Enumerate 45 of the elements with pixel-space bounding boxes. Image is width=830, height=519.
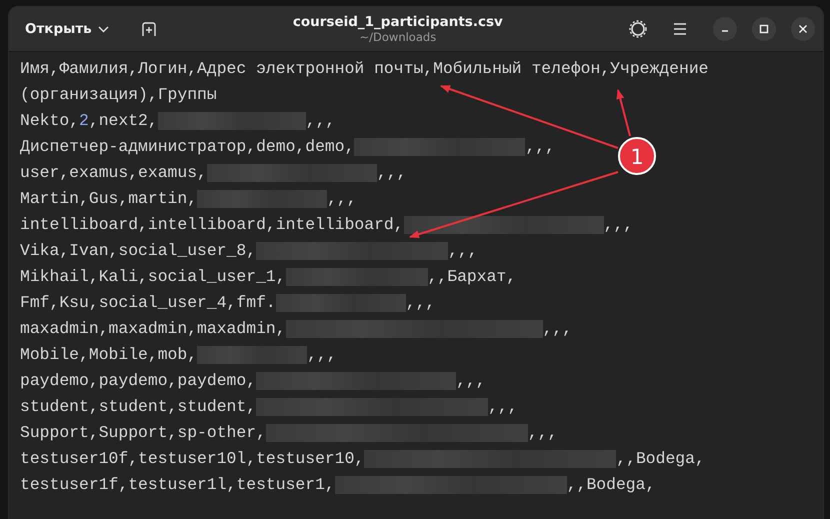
csv-text: paydemo,paydemo,paydemo, [20,370,256,392]
csv-text: ,,Bodega, [566,474,656,496]
window-title: courseid_1_participants.csv [292,14,503,30]
csv-text: ,,, [448,240,478,262]
csv-text: Mobile,Mobile,mob, [20,344,198,366]
csv-text: Vika,Ivan,social_user_8, [20,240,256,262]
csv-text: ,next2, [88,110,158,132]
annotation-number: 1 [630,145,644,169]
csv-text: Диспетчер-администратор,demo,demo, [20,136,354,158]
csv-text: ,,, [307,344,337,366]
csv-text: user,examus,examus, [20,162,207,184]
window-subtitle: ~/Downloads [360,30,436,44]
close-icon [798,24,808,34]
csv-text: testuser10f,testuser10l,testuser10, [20,448,364,470]
csv-text: (организация),Группы [20,84,217,106]
csv-text: ,,, [327,188,357,210]
csv-text: Martin,Gus,martin, [20,188,198,210]
maximize-icon [759,24,769,34]
csv-text: ,,Bodega, [616,448,705,470]
maximize-button[interactable] [752,17,776,41]
csv-text: maxadmin,maxadmin,maxadmin, [20,318,286,340]
csv-text: Nekto, [20,110,80,132]
csv-text: Fmf,Ksu,social_user_4,fmf. [20,292,276,314]
csv-number: 2 [79,110,89,132]
csv-text: ,,, [525,136,555,158]
csv-text: ,,Бархат, [428,266,516,288]
csv-text: ,,, [488,396,518,418]
csv-text: ,,, [604,214,634,236]
csv-text: ,,, [406,292,436,314]
csv-text: ,,, [528,422,558,444]
minimize-button[interactable] [713,17,737,41]
csv-text: Mikhail,Kali,social_user_1, [20,266,286,288]
csv-text: Support,Support,sp-other, [20,422,266,444]
annotation-badge [618,137,656,175]
chevron-down-icon [98,26,109,32]
csv-text: Имя,Фамилия,Логин,Адрес электронной почты,Мобильный телефон,Учреждение [20,58,709,80]
close-button[interactable] [791,17,815,41]
csv-text: ,,, [306,110,336,132]
open-button[interactable]: Открыть [19,15,115,43]
csv-text: ,,, [456,370,486,392]
csv-text: intelliboard,intelliboard,intelliboard, [20,214,404,236]
csv-text: ,,, [542,318,572,340]
csv-text: ,,, [376,162,406,184]
csv-text: testuser1f,testuser1l,testuser1, [20,474,335,496]
csv-text: student,student,student, [20,396,256,418]
